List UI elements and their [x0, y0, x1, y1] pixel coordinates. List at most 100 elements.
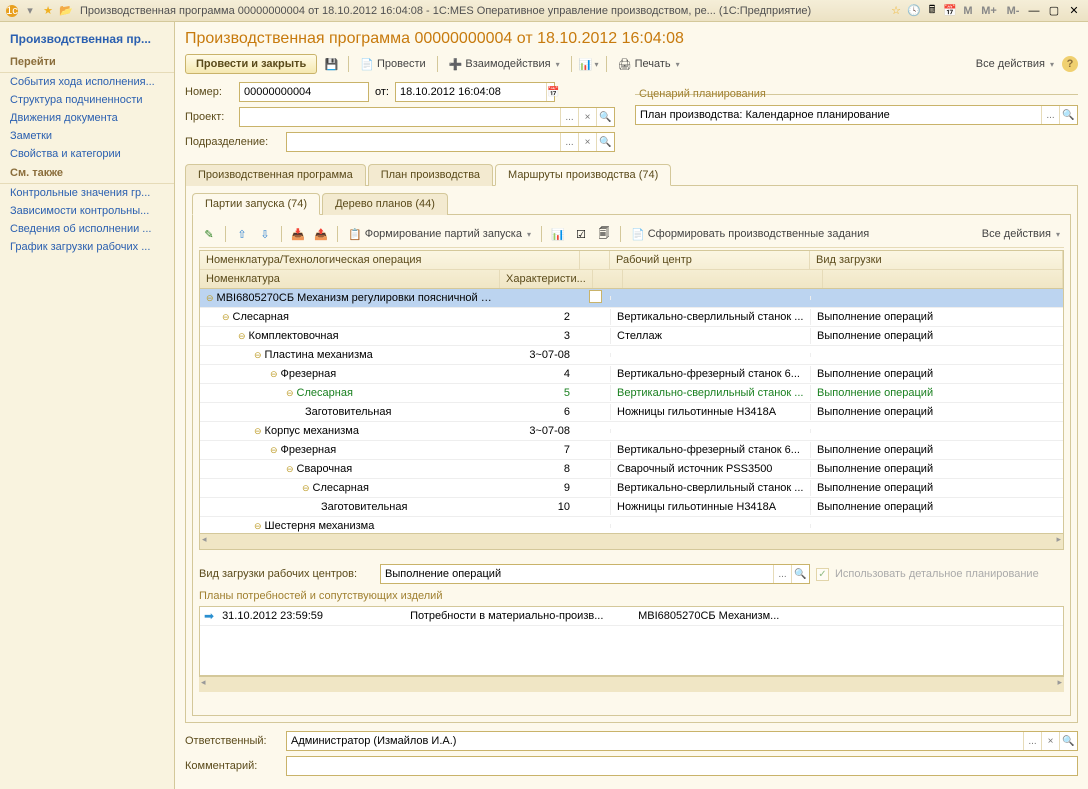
edit-icon[interactable]: ✎	[199, 224, 219, 244]
submit-button[interactable]: 📄Провести	[356, 54, 429, 74]
tab-plan[interactable]: План производства	[368, 164, 493, 186]
comment-input[interactable]	[286, 756, 1078, 776]
plans-grid[interactable]: ➡ 31.10.2012 23:59:59 Потребности в мате…	[199, 606, 1064, 676]
col-check[interactable]	[580, 251, 610, 269]
sidebar-link[interactable]: Свойства и категории	[0, 145, 174, 163]
all-actions-dropdown[interactable]: Все действия	[978, 224, 1064, 244]
reports-dropdown[interactable]: 📊	[579, 54, 599, 74]
table-row[interactable]: ⊖MBI6805270СБ Механизм регулировки поясн…	[200, 289, 1063, 308]
folder-icon[interactable]: 📂	[58, 3, 74, 19]
sidebar-link[interactable]: Сведения об исполнении ...	[0, 220, 174, 238]
print-dropdown[interactable]: 🖨Печать	[614, 54, 684, 74]
up-icon[interactable]: ⇧	[232, 224, 252, 244]
clear-icon[interactable]: ×	[578, 133, 596, 151]
tab-program[interactable]: Производственная программа	[185, 164, 366, 186]
close-icon[interactable]: ✕	[1066, 3, 1082, 19]
horizontal-scrollbar[interactable]	[199, 676, 1064, 692]
subtab-tree[interactable]: Дерево планов (44)	[322, 193, 448, 215]
plans-section-label: Планы потребностей и сопутствующих издел…	[199, 590, 1064, 602]
number-input[interactable]	[239, 82, 369, 102]
submit-close-button[interactable]: Провести и закрыть	[185, 54, 317, 74]
table-row[interactable]: ⊖Шестерня механизма	[200, 517, 1063, 533]
col-loadtype[interactable]: Вид загрузки	[810, 251, 1063, 269]
main-tabs: Производственная программа План производ…	[185, 163, 1078, 186]
batch-formation-dropdown[interactable]: 📋Формирование партий запуска	[344, 224, 535, 244]
sidebar-link[interactable]: События хода исполнения...	[0, 73, 174, 91]
all-actions-dropdown[interactable]: Все действия	[972, 54, 1058, 74]
select-icon[interactable]: ...	[560, 108, 578, 126]
history-icon[interactable]: 🕓	[906, 3, 922, 19]
mem-mplus[interactable]: M+	[978, 3, 1000, 19]
project-input[interactable]: ... × 🔍	[239, 107, 615, 127]
mem-m[interactable]: M	[960, 3, 976, 19]
search-icon[interactable]: 🔍	[791, 565, 809, 583]
plan-item: MBI6805270СБ Механизм...	[638, 610, 779, 622]
sidebar-link[interactable]: Заметки	[0, 127, 174, 145]
col-workcenter[interactable]: Рабочий центр	[610, 251, 810, 269]
create-tasks-button[interactable]: 📄Сформировать производственные задания	[627, 224, 873, 244]
table-row[interactable]: ⊖Фрезерная7Вертикально-фрезерный станок …	[200, 441, 1063, 460]
select-icon[interactable]: ...	[560, 133, 578, 151]
horizontal-scrollbar[interactable]	[200, 533, 1063, 549]
select-icon[interactable]: ...	[773, 565, 791, 583]
date-input[interactable]: 📅	[395, 82, 555, 102]
table-row[interactable]: ⊖Слесарная2Вертикально-сверлильный стано…	[200, 308, 1063, 327]
doc-in-icon[interactable]: 📥	[288, 224, 308, 244]
clear-icon[interactable]: ×	[1041, 732, 1059, 750]
loadtype-label: Вид загрузки рабочих центров:	[199, 568, 374, 580]
plan-row[interactable]: ➡ 31.10.2012 23:59:59 Потребности в мате…	[200, 607, 1063, 626]
checklist-icon[interactable]: ☑	[571, 224, 591, 244]
table-row[interactable]: ⊖Фрезерная4Вертикально-фрезерный станок …	[200, 365, 1063, 384]
document-title: Производственная программа 00000000004 о…	[185, 30, 1078, 48]
select-icon[interactable]: ...	[1041, 106, 1059, 124]
sidebar-link[interactable]: Структура подчиненности	[0, 91, 174, 109]
dropdown-icon[interactable]: ▾	[22, 3, 38, 19]
calendar-icon[interactable]: 📅	[942, 3, 958, 19]
search-icon[interactable]: 🔍	[1059, 732, 1077, 750]
search-icon[interactable]: 🔍	[596, 108, 614, 126]
doc-out-icon[interactable]: 📤	[311, 224, 331, 244]
dept-input[interactable]: ... × 🔍	[286, 132, 615, 152]
sidebar-link[interactable]: График загрузки рабочих ...	[0, 238, 174, 256]
down-icon[interactable]: ⇩	[255, 224, 275, 244]
clear-icon[interactable]: ×	[578, 108, 596, 126]
table-row[interactable]: ⊖Корпус механизма3~07-08	[200, 422, 1063, 441]
table-row[interactable]: ⊖Сварочная8Сварочный источник PSS3500Вып…	[200, 460, 1063, 479]
sidebar-link[interactable]: Контрольные значения гр...	[0, 184, 174, 202]
save-icon[interactable]: 💾	[321, 54, 341, 74]
interactions-dropdown[interactable]: ➕Взаимодействия	[445, 54, 564, 74]
table-row[interactable]: Заготовительная10Ножницы гильотинные Н34…	[200, 498, 1063, 517]
row-checkbox[interactable]	[589, 290, 602, 303]
routes-grid[interactable]: Номенклатура/Технологическая операция Ра…	[199, 250, 1064, 550]
loadtype-input[interactable]: ... 🔍	[380, 564, 810, 584]
plan-date: 31.10.2012 23:59:59	[222, 610, 402, 622]
calc-icon[interactable]: 🖩	[924, 3, 940, 19]
unknown-icon[interactable]: 📊	[548, 224, 568, 244]
maximize-icon[interactable]: ▢	[1046, 3, 1062, 19]
responsible-input[interactable]: ... × 🔍	[286, 731, 1078, 751]
minimize-icon[interactable]: —	[1026, 3, 1042, 19]
scenario-input[interactable]: ... 🔍	[635, 105, 1078, 125]
subtab-batches[interactable]: Партии запуска (74)	[192, 193, 320, 215]
favorite-icon[interactable]: ★	[40, 3, 56, 19]
table-row[interactable]: ⊖Комплектовочная3СтеллажВыполнение опера…	[200, 327, 1063, 346]
col-nomenclature[interactable]: Номенклатура/Технологическая операция	[200, 251, 580, 269]
table-row[interactable]: ⊖Пластина механизма3~07-08	[200, 346, 1063, 365]
search-icon[interactable]: 🔍	[596, 133, 614, 151]
star-icon[interactable]: ☆	[888, 3, 904, 19]
col-characteristic[interactable]: Характеристи...	[500, 270, 593, 288]
mem-mminus[interactable]: M-	[1002, 3, 1024, 19]
select-icon[interactable]: ...	[1023, 732, 1041, 750]
table-row[interactable]: ⊖Слесарная9Вертикально-сверлильный стано…	[200, 479, 1063, 498]
tab-routes[interactable]: Маршруты производства (74)	[495, 164, 671, 186]
table-row[interactable]: ⊖Слесарная5Вертикально-сверлильный стано…	[200, 384, 1063, 403]
sidebar-link[interactable]: Движения документа	[0, 109, 174, 127]
help-icon[interactable]: ?	[1062, 56, 1078, 72]
copy-icon[interactable]: 🗐	[594, 224, 614, 244]
sidebar-link[interactable]: Зависимости контрольны...	[0, 202, 174, 220]
detail-planning-checkbox[interactable]	[816, 568, 829, 581]
calendar-picker-icon[interactable]: 📅	[546, 83, 559, 101]
search-icon[interactable]: 🔍	[1059, 106, 1077, 124]
table-row[interactable]: Заготовительная6Ножницы гильотинные Н341…	[200, 403, 1063, 422]
col-nomenclature-sub[interactable]: Номенклатура	[200, 270, 500, 288]
